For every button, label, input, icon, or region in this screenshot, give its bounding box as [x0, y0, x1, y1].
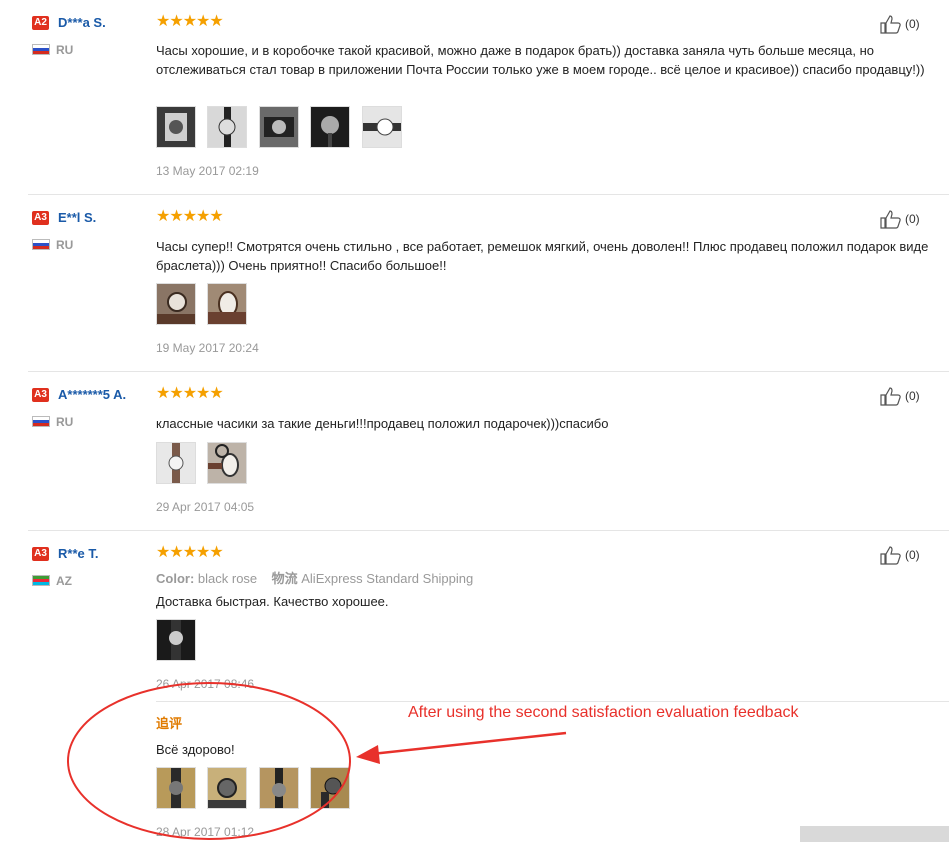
arrow-head-icon — [356, 745, 380, 764]
highlight-ellipse — [67, 682, 351, 840]
bottom-widget[interactable] — [800, 826, 949, 842]
annotation-arrow — [371, 731, 567, 756]
annotation-text: After using the second satisfaction eval… — [408, 704, 799, 721]
